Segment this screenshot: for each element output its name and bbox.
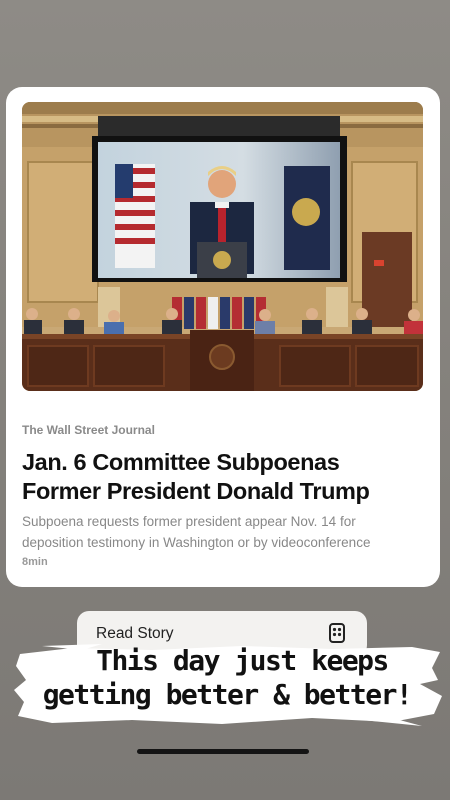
headline-line: Former President Donald Trump: [22, 478, 370, 504]
caption-line: This day just keeps: [96, 644, 389, 677]
home-indicator[interactable]: [137, 749, 309, 754]
headline-line: Jan. 6 Committee Subpoenas: [22, 449, 340, 475]
summary-line: Subpoena requests former president appea…: [22, 514, 356, 529]
caption-text: This day just keeps getting better & bet…: [12, 644, 442, 712]
article-source: The Wall Street Journal: [22, 423, 155, 437]
article-headline[interactable]: Jan. 6 Committee Subpoenas Former Presid…: [22, 448, 422, 506]
article-card[interactable]: The Wall Street Journal Jan. 6 Committee…: [6, 87, 440, 587]
caption-line: getting better & better!: [42, 678, 413, 711]
article-photo: [22, 102, 423, 391]
read-story-label: Read Story: [96, 625, 174, 642]
summary-line: deposition testimony in Washington or by…: [22, 535, 371, 550]
read-time: 8min: [22, 556, 48, 568]
caption-sticker: This day just keeps getting better & bet…: [12, 644, 442, 726]
article-summary: Subpoena requests former president appea…: [22, 511, 422, 553]
